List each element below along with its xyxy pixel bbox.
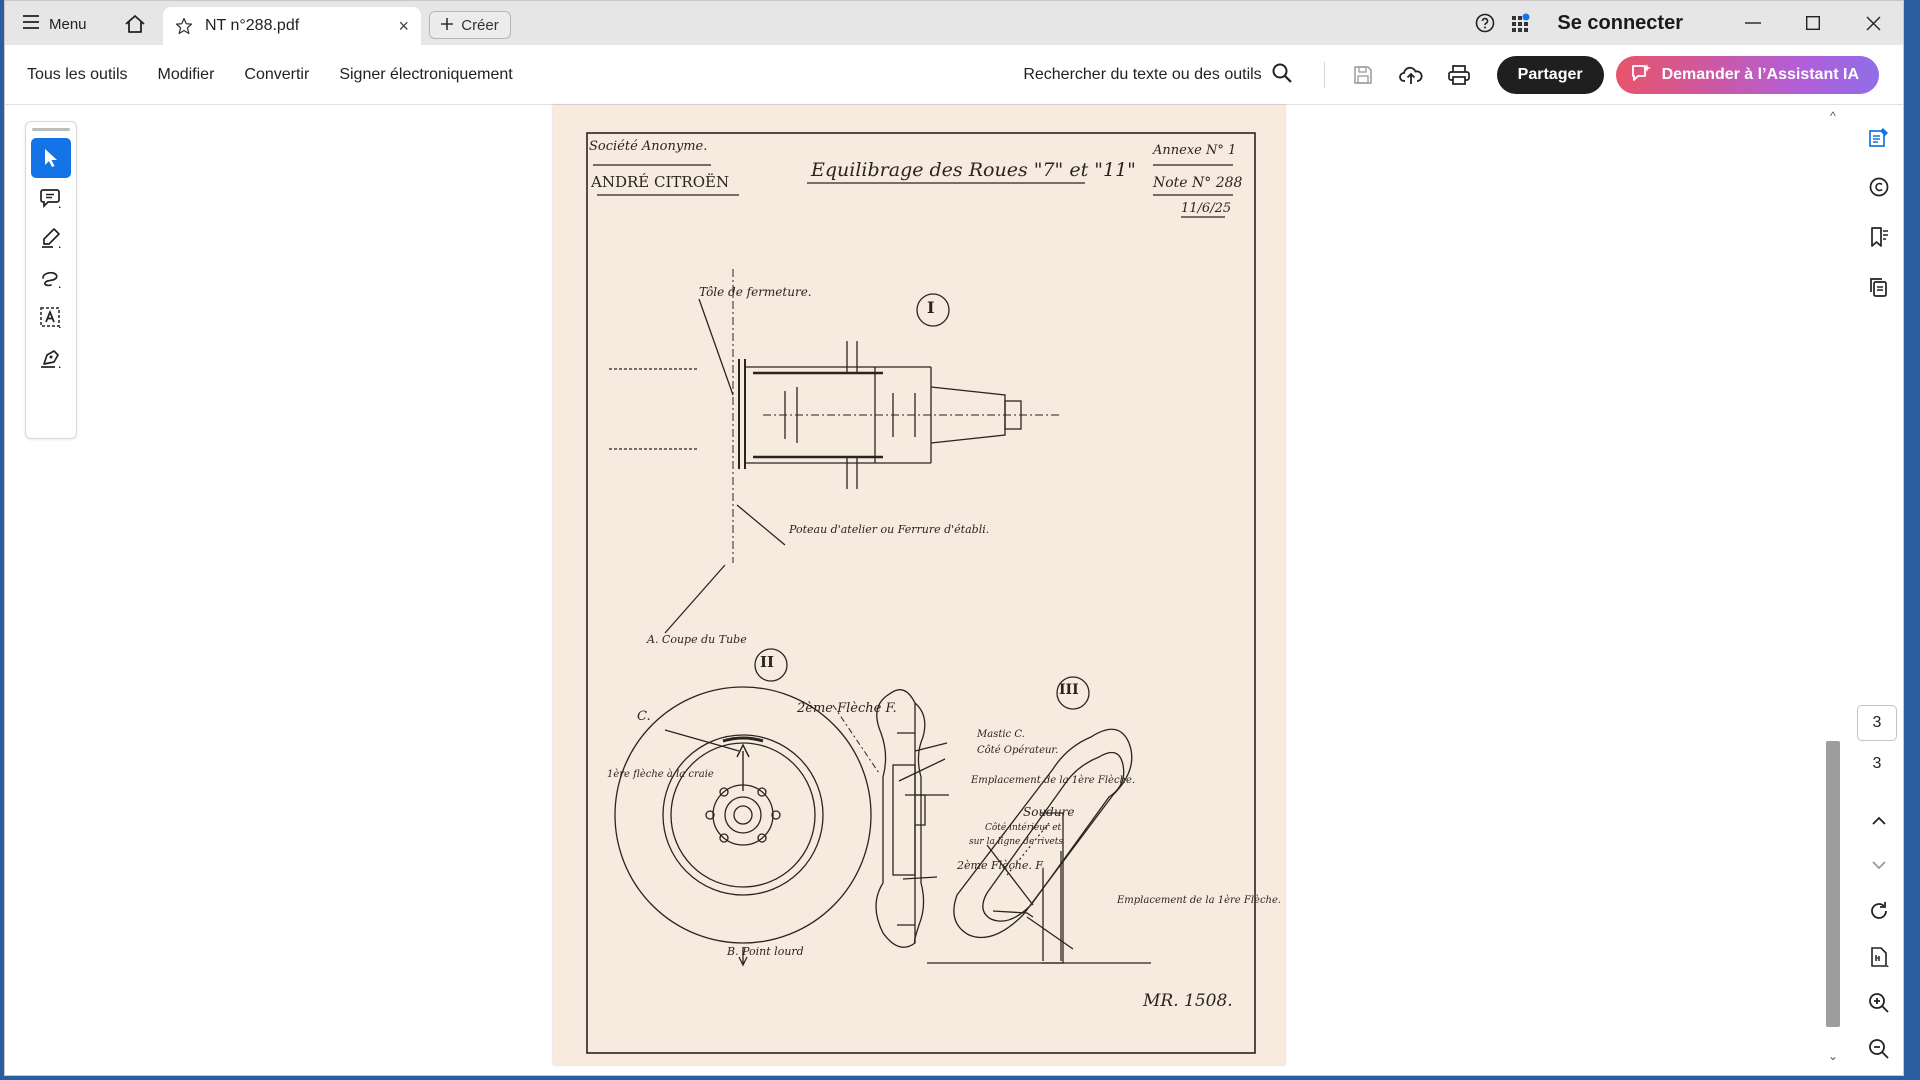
document-workspace: Société Anonyme. ANDRÉ CITROËN Equilibra… xyxy=(5,105,1903,1075)
doc-title: Equilibrage des Roues "7" et "11" xyxy=(811,159,1136,181)
right-rail: 3 3 xyxy=(1853,105,1903,1075)
fig2-label: II xyxy=(760,653,775,671)
menu-button[interactable]: Menu xyxy=(23,11,87,37)
doc-company-name: ANDRÉ CITROËN xyxy=(591,173,730,191)
apps-grid-icon[interactable] xyxy=(1503,5,1539,41)
label-soudure: Soudure xyxy=(1023,805,1075,819)
tool-menu: Tous les outils Modifier Convertir Signe… xyxy=(27,45,513,105)
create-label: Créer xyxy=(461,16,499,34)
pdf-page[interactable]: Société Anonyme. ANDRÉ CITROËN Equilibra… xyxy=(553,105,1285,1065)
fig1-label: I xyxy=(927,298,935,317)
total-pages: 3 xyxy=(1872,755,1882,772)
acrobat-window: Menu NT n°288.pdf × Créer Se connecter T… xyxy=(4,0,1904,1076)
document-tab[interactable]: NT n°288.pdf × xyxy=(163,7,421,45)
save-icon[interactable] xyxy=(1343,55,1383,95)
doc-note: Note N° 288 xyxy=(1153,175,1243,191)
label-fleche1: 1ère flèche à la craie xyxy=(607,769,714,780)
label-ligne-rivets: sur la ligne de rivets xyxy=(969,837,1063,847)
menu-label: Menu xyxy=(49,15,87,33)
plus-icon xyxy=(441,17,454,34)
current-page-input[interactable]: 3 xyxy=(1857,705,1897,741)
scroll-down-arrow-icon[interactable]: ⌄ xyxy=(1826,1049,1840,1063)
tab-title: NT n°288.pdf xyxy=(205,17,300,34)
menu-convert[interactable]: Convertir xyxy=(244,66,309,84)
search-tools-button[interactable]: Rechercher du texte ou des outils xyxy=(1023,63,1292,88)
star-icon[interactable] xyxy=(175,17,193,35)
window-close-icon[interactable] xyxy=(1843,1,1903,45)
fit-page-icon[interactable] xyxy=(1859,937,1899,977)
menu-edit[interactable]: Modifier xyxy=(158,66,215,84)
label-tole: Tôle de fermeture. xyxy=(699,285,812,299)
rail-grip[interactable] xyxy=(32,128,70,131)
label-fleche2-mid: 2ème Flèche. F. xyxy=(957,859,1045,872)
draw-tool-icon[interactable] xyxy=(31,258,71,298)
menu-all-tools[interactable]: Tous les outils xyxy=(27,66,128,84)
create-button[interactable]: Créer xyxy=(429,11,511,39)
next-page-icon[interactable] xyxy=(1859,845,1899,885)
highlight-tool-icon[interactable] xyxy=(31,218,71,258)
doc-company: Société Anonyme. xyxy=(589,139,708,154)
previous-page-icon[interactable] xyxy=(1859,801,1899,841)
help-icon[interactable] xyxy=(1467,5,1503,41)
bookmarks-panel-icon[interactable] xyxy=(1859,217,1899,257)
titlebar-right: Se connecter xyxy=(1467,1,1903,45)
hamburger-icon xyxy=(23,15,39,33)
toolbar-separator xyxy=(1323,62,1325,88)
minimize-icon[interactable] xyxy=(1723,1,1783,45)
comment-tool-icon[interactable] xyxy=(31,178,71,218)
zoom-in-icon[interactable] xyxy=(1859,983,1899,1023)
fig3-label: III xyxy=(1059,682,1079,698)
ai-assistant-icon xyxy=(1630,63,1652,88)
label-point-lourd: B. Point lourd xyxy=(727,945,804,958)
edit-pdf-panel-icon[interactable] xyxy=(1859,117,1899,157)
label-cote-interieur: Côté intérieur et xyxy=(985,823,1062,833)
doc-reference: MR. 1508. xyxy=(1143,991,1233,1011)
signin-link[interactable]: Se connecter xyxy=(1557,12,1683,35)
pages-panel-icon[interactable] xyxy=(1859,267,1899,307)
home-icon[interactable] xyxy=(121,11,149,37)
tab-close-icon[interactable]: × xyxy=(398,16,409,37)
maximize-icon[interactable] xyxy=(1783,1,1843,45)
label-emplacement-2: Emplacement de la 1ère Flèche. xyxy=(1117,895,1282,906)
label-fleche2-top: 2ème Flèche F. xyxy=(797,701,897,716)
vertical-scrollbar[interactable]: ^ ⌄ xyxy=(1823,105,1843,1075)
doc-date: 11/6/25 xyxy=(1181,201,1232,216)
ai-assistant-button[interactable]: Demander à l’Assistant IA xyxy=(1615,56,1879,94)
toolbar-right: Rechercher du texte ou des outils Partag… xyxy=(1023,45,1903,105)
search-icon xyxy=(1272,63,1292,88)
menu-esign[interactable]: Signer électroniquement xyxy=(339,66,512,84)
search-tools-label: Rechercher du texte ou des outils xyxy=(1023,66,1262,83)
main-toolbar: Tous les outils Modifier Convertir Signe… xyxy=(5,45,1903,105)
print-icon[interactable] xyxy=(1439,55,1479,95)
comments-panel-icon[interactable] xyxy=(1859,167,1899,207)
select-tool-icon[interactable] xyxy=(31,138,71,178)
scroll-up-arrow-icon[interactable]: ^ xyxy=(1826,109,1840,123)
technical-drawing xyxy=(586,132,1256,1054)
text-box-tool-icon[interactable] xyxy=(31,298,71,338)
zoom-out-icon[interactable] xyxy=(1859,1029,1899,1069)
rotate-icon[interactable] xyxy=(1859,891,1899,931)
upload-cloud-icon[interactable] xyxy=(1391,55,1431,95)
scrollbar-thumb[interactable] xyxy=(1826,741,1840,1027)
label-coupe: A. Coupe du Tube xyxy=(647,633,747,646)
label-poteau: Poteau d'atelier ou Ferrure d'établi. xyxy=(789,523,990,536)
sign-tool-icon[interactable] xyxy=(31,338,71,378)
title-bar: Menu NT n°288.pdf × Créer Se connecter xyxy=(5,1,1903,45)
doc-annexe: Annexe N° 1 xyxy=(1153,143,1237,158)
quick-tools-rail xyxy=(25,121,77,439)
label-c: C. xyxy=(637,709,651,724)
share-button[interactable]: Partager xyxy=(1496,56,1604,94)
label-cote-operateur: Côté Opérateur. xyxy=(977,745,1059,756)
label-mastic: Mastic C. xyxy=(977,729,1025,740)
ai-assistant-label: Demander à l’Assistant IA xyxy=(1661,66,1859,83)
label-emplacement-1: Emplacement de la 1ère Flèche. xyxy=(971,775,1136,786)
